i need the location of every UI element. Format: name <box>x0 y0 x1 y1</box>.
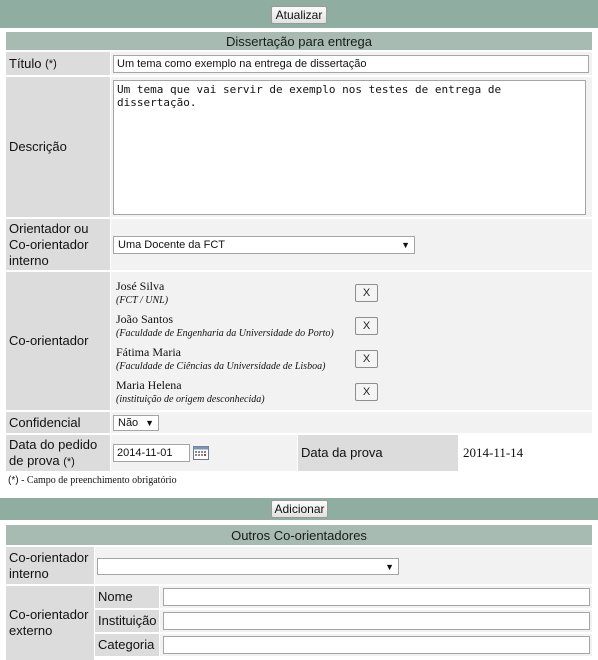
required-note-text: - Campo de preenchimento obrigatório <box>18 475 177 486</box>
add-button[interactable]: Adicionar <box>271 500 328 518</box>
title-label: Título (*) <box>6 52 110 75</box>
exam-date-label: Data da prova <box>298 435 458 471</box>
external-name-label: Nome <box>95 586 159 608</box>
title-label-text: Título <box>9 55 42 71</box>
remove-co-supervisor-button[interactable]: X <box>355 284 378 302</box>
required-mark: (*) <box>63 456 75 468</box>
co-supervisor-institution: (instituição de origem desconhecida) <box>116 394 265 405</box>
exam-date-value: 2014-11-14 <box>463 445 524 460</box>
remove-co-supervisor-button[interactable]: X <box>355 317 378 335</box>
remove-co-supervisor-button[interactable]: X <box>355 350 378 368</box>
request-date-input[interactable]: 2014-11-01 <box>113 444 190 462</box>
co-supervisor-name: José Silva <box>116 279 165 293</box>
co-supervisor-label: Co-orientador <box>6 272 110 410</box>
internal-supervisor-value: Uma Docente da FCT <box>118 239 225 251</box>
description-textarea[interactable]: Um tema que vai servir de exemplo nos te… <box>113 80 586 215</box>
internal-supervisor-select[interactable]: Uma Docente da FCT ▼ <box>113 236 415 254</box>
remove-co-supervisor-button[interactable]: X <box>355 383 378 401</box>
co-supervisor-name: Fátima Maria <box>116 345 181 359</box>
required-field-note: (*) - Campo de preenchimento obrigatório <box>8 475 177 486</box>
other-supervisors-section-title: Outros Co-orientadores <box>6 525 592 545</box>
external-category-input[interactable] <box>163 636 590 654</box>
required-mark: (*) <box>45 57 57 70</box>
request-date-label: Data do pedido de prova (*) <box>6 435 110 471</box>
co-supervisor-institution: (Faculdade de Engenharia da Universidade… <box>116 328 334 339</box>
required-note-mark: (*) <box>8 475 19 486</box>
co-supervisor-institution: (FCT / UNL) <box>116 295 169 306</box>
co-supervisor-name: João Santos <box>116 312 173 326</box>
external-institution-input[interactable] <box>163 612 590 630</box>
chevron-down-icon: ▼ <box>385 561 394 572</box>
other-external-label: Co-orientador externo <box>6 586 94 660</box>
calendar-icon[interactable] <box>193 445 209 460</box>
other-internal-label: Co-orientador interno <box>6 547 94 584</box>
external-category-label: Categoria <box>95 634 159 656</box>
chevron-down-icon: ▼ <box>401 240 410 250</box>
external-institution-label: Instituição <box>95 610 159 632</box>
confidential-select[interactable]: Não ▼ <box>113 415 159 431</box>
description-label: Descrição <box>6 77 110 217</box>
co-supervisor-institution: (Faculdade de Ciências da Universidade d… <box>116 361 326 372</box>
confidential-value: Não <box>118 417 139 429</box>
thesis-section-title: Dissertação para entrega <box>6 32 592 50</box>
update-button[interactable]: Atualizar <box>271 6 327 24</box>
confidential-label: Confidencial <box>6 412 110 433</box>
co-supervisor-cell <box>111 272 592 410</box>
title-input[interactable]: Um tema como exemplo na entrega de disse… <box>113 55 589 73</box>
request-date-label-text: Data do pedido de prova <box>9 437 98 468</box>
other-internal-select[interactable]: ▼ <box>97 558 399 575</box>
co-supervisor-name: Maria Helena <box>116 378 182 392</box>
external-name-input[interactable] <box>163 588 590 606</box>
internal-supervisor-label: Orientador ou Co-orientador interno <box>6 219 110 270</box>
chevron-down-icon: ▼ <box>145 418 154 428</box>
confidential-cell <box>111 412 592 433</box>
